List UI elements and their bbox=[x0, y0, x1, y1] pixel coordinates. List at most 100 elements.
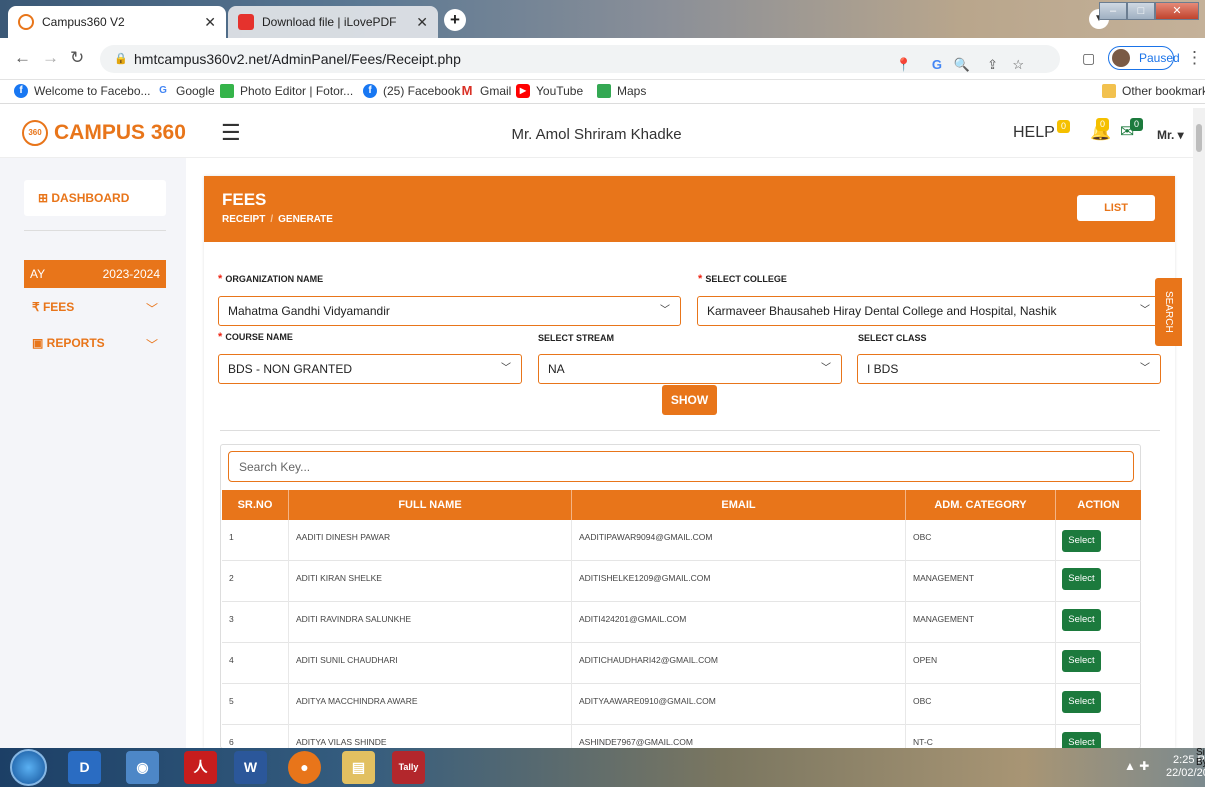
org-value: Mahatma Gandhi Vidyamandir bbox=[228, 304, 390, 318]
maximize-button[interactable]: □ bbox=[1127, 2, 1155, 20]
close-window-button[interactable]: ✕ bbox=[1155, 2, 1199, 20]
org-label: * ORGANIZATION NAME bbox=[218, 273, 324, 285]
chrome-icon[interactable]: ◉ bbox=[126, 751, 159, 784]
bookmark-star-icon[interactable]: ☆ bbox=[1012, 51, 1024, 79]
course-value: BDS - NON GRANTED bbox=[228, 362, 353, 376]
search-side-tab[interactable]: SEARCH bbox=[1155, 278, 1182, 346]
cell-action: Select bbox=[1056, 602, 1141, 643]
new-tab-button[interactable]: + bbox=[444, 9, 466, 31]
table-row: 2 ADITI KIRAN SHELKE ADITISHELKE1209@GMAIL… bbox=[222, 561, 1141, 602]
show-button[interactable]: SHOW bbox=[662, 385, 717, 415]
bookmark-gmail[interactable]: M Gmail bbox=[460, 84, 512, 99]
url-text: hmtcampus360v2.net/AdminPanel/Fees/Recei… bbox=[134, 51, 461, 67]
bookmark-label: Photo Editor | Fotor... bbox=[240, 84, 354, 98]
scrollbar-thumb[interactable] bbox=[1196, 124, 1202, 152]
bookmark-maps[interactable]: Maps bbox=[597, 84, 646, 98]
college-value: Karmaveer Bhausaheb Hiray Dental College… bbox=[707, 304, 1057, 318]
bookmark-google[interactable]: G Google bbox=[156, 84, 215, 98]
tab-title: Download file | iLovePDF bbox=[262, 15, 397, 29]
close-tab-icon[interactable]: ✕ bbox=[204, 14, 216, 31]
bookmarks-bar: f Welcome to Facebo... G Google Photo Edit… bbox=[0, 80, 1205, 104]
sidebar-item-dashboard[interactable]: ⊞ DASHBOARD bbox=[24, 180, 166, 216]
page-scrollbar[interactable] bbox=[1193, 108, 1205, 748]
close-tab-icon[interactable]: ✕ bbox=[416, 14, 428, 31]
firefox-icon[interactable]: ● bbox=[288, 751, 321, 784]
share-icon[interactable]: ⇪ bbox=[987, 51, 998, 79]
browser-tab-strip: Campus360 V2 ✕ Download file | iLovePDF … bbox=[0, 0, 1205, 38]
course-select[interactable]: BDS - NON GRANTED ﹀ bbox=[218, 354, 522, 384]
select-button[interactable]: Select bbox=[1062, 650, 1101, 672]
select-button[interactable]: Select bbox=[1062, 609, 1101, 631]
profile-paused-button[interactable]: Paused bbox=[1108, 46, 1180, 70]
google-icon: G bbox=[159, 85, 167, 96]
start-button-icon[interactable] bbox=[10, 749, 47, 786]
select-button[interactable]: Select bbox=[1062, 568, 1101, 590]
url-bar[interactable]: 🔒 hmtcampus360v2.net/AdminPanel/Fees/Rec… bbox=[100, 45, 1060, 73]
table-header: SR.NO FULL NAME EMAIL ADM. CATEGORY ACTI… bbox=[222, 490, 1141, 520]
col-action: ACTION bbox=[1077, 499, 1120, 511]
help-link[interactable]: HELP bbox=[1013, 124, 1055, 142]
class-label: SELECT CLASS bbox=[858, 333, 927, 343]
cell-email: ADITISHELKE1209@GMAIL.COM bbox=[572, 561, 906, 602]
stream-select[interactable]: NA ﹀ bbox=[538, 354, 842, 384]
select-button[interactable]: Select bbox=[1062, 530, 1101, 552]
bookmark-fotor[interactable]: Photo Editor | Fotor... bbox=[220, 84, 353, 98]
class-select[interactable]: I BDS ﹀ bbox=[857, 354, 1161, 384]
cell-category: MANAGEMENT bbox=[906, 602, 1056, 643]
sidebar-item-label: FEES bbox=[42, 300, 75, 314]
cell-category: MANAGEMENT bbox=[906, 561, 1056, 602]
tab-campus360[interactable]: Campus360 V2 ✕ bbox=[8, 6, 226, 38]
breadcrumb: RECEIPT / GENERATE bbox=[222, 214, 333, 225]
location-icon[interactable]: 📍 bbox=[896, 51, 912, 79]
google-lens-icon[interactable]: G bbox=[932, 51, 942, 79]
select-button[interactable]: Select bbox=[1062, 691, 1101, 713]
clock-date: 22/02/2024 bbox=[1166, 767, 1205, 779]
chevron-down-icon: ﹀ bbox=[145, 302, 158, 316]
cell-action: Select bbox=[1056, 684, 1141, 725]
minimize-button[interactable]: – bbox=[1099, 2, 1127, 20]
maps-icon bbox=[597, 84, 611, 98]
user-menu[interactable]: Mr. ▾ bbox=[1157, 128, 1184, 142]
bookmark-label: Other bookmarks bbox=[1122, 84, 1205, 98]
message-badge: 0 bbox=[1130, 118, 1143, 131]
breadcrumb-generate: GENERATE bbox=[278, 214, 333, 225]
col-full-name: FULL NAME bbox=[289, 490, 572, 520]
file-explorer-icon[interactable]: ▤ bbox=[342, 751, 375, 784]
stream-label: SELECT STREAM bbox=[538, 333, 615, 343]
breadcrumb-receipt[interactable]: RECEIPT bbox=[222, 214, 265, 225]
col-adm-category: ADM. CATEGORY bbox=[906, 490, 1056, 520]
zoom-icon[interactable]: 🔍 bbox=[954, 51, 970, 79]
cell-action: Select bbox=[1056, 520, 1141, 561]
cell-category: OBC bbox=[906, 684, 1056, 725]
bookmark-facebook[interactable]: f (25) Facebook bbox=[363, 84, 460, 98]
college-label: * SELECT COLLEGE bbox=[698, 273, 787, 285]
facebook-icon: f bbox=[14, 84, 28, 98]
bookmark-youtube[interactable]: ▶ YouTube bbox=[516, 84, 583, 98]
sidepanel-icon[interactable]: ▢ bbox=[1082, 50, 1095, 67]
col-sr-no: SR.NO bbox=[222, 490, 289, 520]
cell-email: AADITIPAWAR9094@GMAIL.COM bbox=[572, 520, 906, 561]
search-input[interactable]: Search Key... bbox=[228, 451, 1134, 482]
reload-icon[interactable]: ↻ bbox=[70, 48, 84, 68]
network-icon[interactable]: ▲ ✚ bbox=[1124, 759, 1149, 773]
sidebar-item-reports[interactable]: ▣ REPORTS ﹀ bbox=[32, 336, 158, 353]
tab-ilovepdf[interactable]: Download file | iLovePDF ✕ bbox=[228, 6, 438, 38]
word-icon[interactable]: W bbox=[234, 751, 267, 784]
list-button[interactable]: LIST bbox=[1077, 195, 1155, 221]
tally-icon[interactable]: Tally bbox=[392, 751, 425, 784]
organization-select[interactable]: Mahatma Gandhi Vidyamandir ﹀ bbox=[218, 296, 681, 326]
college-select[interactable]: Karmaveer Bhausaheb Hiray Dental College… bbox=[697, 296, 1161, 326]
back-arrow-icon[interactable]: ← bbox=[14, 48, 31, 68]
sidebar-item-fees[interactable]: ₹ FEES ﹀ bbox=[32, 300, 158, 317]
sidebar-divider bbox=[24, 230, 166, 231]
bookmark-facebook-welcome[interactable]: f Welcome to Facebo... bbox=[14, 84, 151, 98]
chevron-down-icon: ﹀ bbox=[1140, 305, 1150, 316]
academic-year-selector[interactable]: AY 2023-2024 bbox=[24, 260, 166, 288]
sidebar: ⊞ DASHBOARD AY 2023-2024 ₹ FEES ﹀ ▣ REPO… bbox=[0, 158, 186, 748]
kebab-menu-icon[interactable]: ⋮ bbox=[1186, 48, 1203, 68]
other-bookmarks[interactable]: Other bookmarks bbox=[1102, 84, 1205, 98]
acrobat-icon[interactable]: 人 bbox=[184, 751, 217, 784]
outlook-icon[interactable]: D bbox=[68, 751, 101, 784]
forward-arrow-icon[interactable]: → bbox=[42, 48, 59, 68]
chevron-down-icon: ﹀ bbox=[1140, 363, 1150, 374]
